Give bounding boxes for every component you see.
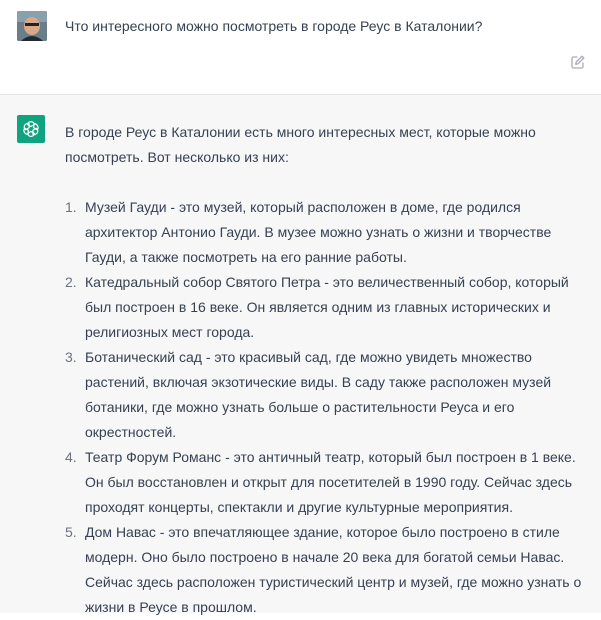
list-item-text: Ботанический сад - это красивый сад, где… <box>85 349 552 440</box>
places-list: 1. Музей Гауди - это музей, который расп… <box>65 195 589 620</box>
list-item-number: 3. <box>65 349 77 365</box>
list-item-number: 1. <box>65 199 77 215</box>
list-item: 5. Дом Навас - это впечатляющее здание, … <box>65 520 589 620</box>
list-item-text: Музей Гауди - это музей, который располо… <box>85 199 552 265</box>
answer-intro: В городе Реус в Каталонии есть много инт… <box>65 124 536 165</box>
list-item: 3. Ботанический сад - это красивый сад, … <box>65 345 589 445</box>
list-item-text: Театр Форум Романс - это античный театр,… <box>85 449 576 515</box>
user-message-row: Что интересного можно посмотреть в город… <box>0 0 601 95</box>
user-avatar <box>17 11 47 41</box>
list-item-text: Дом Навас - это впечатляющее здание, кот… <box>85 524 582 615</box>
list-item: 4. Театр Форум Романс - это античный теа… <box>65 445 589 520</box>
assistant-message-row: В городе Реус в Каталонии есть много инт… <box>0 95 601 615</box>
list-item-number: 4. <box>65 449 77 465</box>
openai-logo-icon <box>23 121 39 137</box>
list-item: 2. Катедральный собор Святого Петра - эт… <box>65 270 589 345</box>
user-avatar-photo <box>17 11 47 41</box>
assistant-message-text: В городе Реус в Каталонии есть много инт… <box>65 120 589 620</box>
edit-button[interactable] <box>570 54 586 70</box>
edit-icon <box>571 55 585 69</box>
list-item-text: Катедральный собор Святого Петра - это в… <box>85 274 569 340</box>
list-item-number: 5. <box>65 524 77 540</box>
list-item: 1. Музей Гауди - это музей, который расп… <box>65 195 589 270</box>
list-item-number: 2. <box>65 274 77 290</box>
assistant-avatar <box>17 115 45 143</box>
user-message-text: Что интересного можно посмотреть в город… <box>65 18 483 34</box>
